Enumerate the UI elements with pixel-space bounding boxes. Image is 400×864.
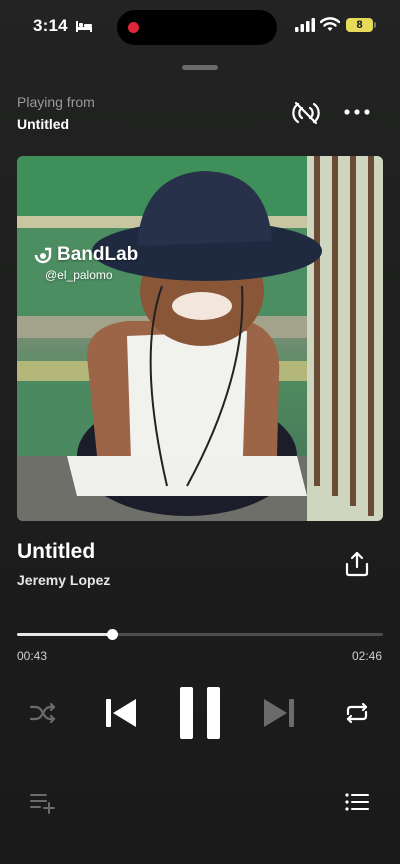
track-title: Untitled [17,540,96,563]
bed-icon [76,21,92,32]
status-time: 3:14 [33,16,68,35]
shuffle-icon[interactable] [30,702,56,724]
wifi-icon [320,17,340,31]
playing-from-label: Playing from [17,94,95,110]
cellular-signal-icon [295,18,315,32]
elapsed-time: 00:43 [17,649,48,663]
watermark-brand: BandLab [57,244,139,265]
pause-icon[interactable] [178,686,222,740]
dynamic-island [117,10,277,45]
battery-level: 8 [356,19,363,31]
playing-from-source[interactable]: Untitled [17,116,69,132]
artwork-photo [17,156,383,521]
cast-off-icon[interactable] [292,100,320,126]
track-artist[interactable]: Jeremy Lopez [17,572,110,588]
share-icon[interactable] [344,551,370,577]
previous-icon[interactable] [105,698,137,728]
total-time: 02:46 [351,649,382,663]
bandlab-watermark: BandLab [33,244,138,266]
add-to-queue-icon[interactable] [30,792,56,814]
sheet-grabber[interactable] [182,65,218,70]
battery-nub [374,22,376,28]
battery-icon: 8 [346,18,373,32]
recording-dot [128,22,139,33]
progress-scrubber[interactable] [107,629,118,640]
next-icon[interactable] [263,698,295,728]
more-options-icon[interactable] [344,102,370,122]
queue-list-icon[interactable] [345,792,369,812]
album-artwork: BandLab @el_palomo [17,156,383,521]
watermark-handle: @el_palomo [45,268,113,282]
bandlab-logo-icon [34,247,52,264]
repeat-icon[interactable] [344,702,370,724]
progress-fill [17,633,112,636]
